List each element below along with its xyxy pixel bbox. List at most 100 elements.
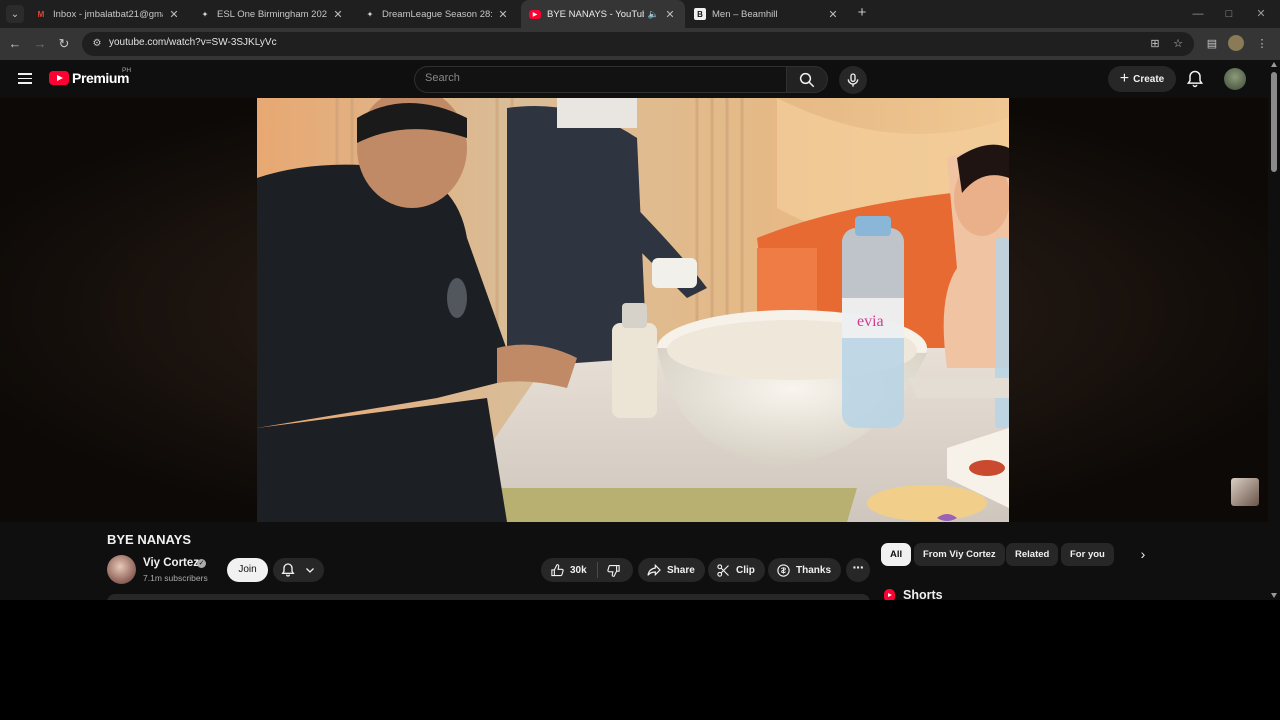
address-bar[interactable]: ⚙ youtube.com/watch?v=SW-3SJKLyVc ⊞ ☆ [82, 32, 1194, 56]
site-info-icon[interactable]: ⚙ [90, 37, 104, 51]
svg-text:evia: evia [857, 313, 884, 330]
video-still-image: evia [257, 98, 1009, 522]
shorts-icon [884, 588, 895, 600]
share-button[interactable]: Share [638, 558, 705, 582]
youtube-premium-logo[interactable]: Premium [49, 70, 130, 86]
channel-avatar[interactable] [107, 555, 136, 584]
youtube-logo-icon [49, 71, 69, 85]
more-horizontal-icon: ··· [852, 559, 865, 575]
chip-all[interactable]: All [881, 543, 912, 566]
like-count: 30k [570, 564, 587, 576]
thumbs-down-icon [606, 564, 620, 577]
chevron-down-icon [306, 568, 314, 573]
create-label: Create [1133, 73, 1165, 85]
scroll-down-arrow[interactable] [1271, 593, 1277, 598]
dislike-button[interactable] [598, 558, 621, 582]
scroll-up-arrow[interactable] [1271, 62, 1277, 67]
new-tab-button[interactable]: + [853, 4, 871, 22]
tab-title: Men – Beamhill [712, 8, 778, 20]
minimize-button[interactable]: — [1182, 0, 1214, 28]
bell-icon [281, 563, 295, 577]
subscriber-count: 7.1m subscribers [143, 573, 208, 583]
tab-beamhill[interactable]: B Men – Beamhill ✕ [686, 0, 848, 28]
audio-playing-icon[interactable]: 🔈 [648, 9, 659, 20]
tab-title: Inbox - jmbalatbat21@gmail.co [53, 8, 163, 20]
tab-title: DreamLeague Season 28: South [382, 8, 492, 20]
forward-button[interactable]: → [31, 35, 49, 53]
clip-label: Clip [736, 564, 755, 576]
tab-title: BYE NANAYS - YouTube [547, 8, 644, 20]
search-icon [799, 72, 815, 88]
miniplayer-thumbnail[interactable] [1231, 478, 1259, 506]
close-window-button[interactable]: ✕ [1245, 0, 1277, 28]
liquipedia-icon: ✦ [201, 9, 209, 19]
tab-esl-one[interactable]: ✦ ESL One Birmingham 2026: Sou ✕ [191, 0, 353, 28]
close-tab-icon[interactable]: ✕ [167, 8, 181, 21]
search-box [414, 66, 786, 93]
tab-search-button[interactable]: ⌄ [6, 5, 24, 23]
close-tab-icon[interactable]: ✕ [826, 8, 840, 21]
bookmark-star-icon[interactable]: ☆ [1171, 37, 1185, 51]
tab-youtube[interactable]: ▶ BYE NANAYS - YouTube 🔈 ✕ [521, 0, 685, 28]
thanks-heart-icon [777, 563, 790, 577]
back-button[interactable]: ← [6, 35, 24, 53]
like-dislike-group: 30k [541, 558, 633, 582]
chevron-right-icon[interactable]: › [1133, 543, 1153, 566]
liquipedia-icon: ✦ [366, 9, 374, 19]
logo-text: Premium [72, 70, 130, 86]
join-button[interactable]: Join [227, 558, 268, 582]
plus-icon: + [1119, 70, 1130, 87]
description-box[interactable] [107, 594, 870, 600]
thanks-label: Thanks [796, 564, 832, 576]
video-title: BYE NANAYS [107, 532, 192, 547]
shorts-label: Shorts [903, 588, 943, 600]
search-input[interactable] [425, 72, 775, 84]
thanks-button[interactable]: Thanks [768, 558, 842, 582]
beamhill-icon: B [694, 8, 706, 20]
close-tab-icon[interactable]: ✕ [496, 8, 510, 21]
thumbs-up-icon [551, 563, 564, 576]
subscribed-notifications-button[interactable] [273, 558, 324, 582]
scissors-icon [717, 563, 729, 577]
video-frame[interactable]: evia [257, 98, 1009, 522]
close-tab-icon[interactable]: ✕ [331, 8, 345, 21]
profile-avatar[interactable] [1228, 35, 1244, 51]
chip-from-channel[interactable]: From Viy Cortez [914, 543, 1005, 566]
tab-dreamleague[interactable]: ✦ DreamLeague Season 28: South ✕ [356, 0, 518, 28]
channel-name[interactable]: Viy Cortez [143, 557, 199, 569]
url-text[interactable]: youtube.com/watch?v=SW-3SJKLyVc [109, 37, 277, 48]
install-app-icon[interactable]: ⊞ [1148, 37, 1162, 51]
scrollbar-thumb[interactable] [1271, 72, 1277, 172]
video-player[interactable]: evia [0, 98, 1268, 522]
tab-gmail[interactable]: M Inbox - jmbalatbat21@gmail.co ✕ [27, 0, 189, 28]
gmail-icon: M [37, 9, 45, 19]
youtube-header: Premium PH + Create [0, 60, 1268, 98]
youtube-icon: ▶ [529, 9, 541, 19]
page-scrollbar[interactable] [1268, 60, 1280, 600]
search-button[interactable] [786, 66, 828, 93]
share-label: Share [667, 564, 695, 576]
create-button[interactable]: + Create [1108, 66, 1176, 92]
verified-check-icon: ✓ [197, 559, 206, 568]
video-details: BYE NANAYS Viy Cortez ✓ 7.1m subscribers… [0, 522, 1268, 600]
more-actions-button[interactable]: ··· [846, 558, 870, 582]
shorts-heading: Shorts [884, 588, 943, 600]
like-button[interactable]: 30k [541, 558, 587, 582]
bell-icon [1186, 70, 1204, 88]
account-avatar[interactable] [1224, 68, 1246, 90]
chip-for-you[interactable]: For you [1061, 543, 1114, 566]
share-icon [647, 563, 661, 577]
browser-window: ⌄ M Inbox - jmbalatbat21@gmail.co ✕ ✦ ES… [0, 0, 1280, 600]
browser-menu-icon[interactable]: ⋮ [1253, 35, 1271, 53]
extensions-icon[interactable]: ▤ [1203, 35, 1221, 53]
maximize-button[interactable]: □ [1213, 0, 1245, 28]
clip-button[interactable]: Clip [708, 558, 765, 582]
close-tab-icon[interactable]: ✕ [663, 8, 677, 21]
voice-search-button[interactable] [839, 66, 867, 94]
microphone-icon [847, 73, 859, 87]
guide-menu-icon[interactable] [16, 70, 34, 88]
country-code: PH [122, 67, 132, 74]
chip-related[interactable]: Related [1006, 543, 1059, 566]
reload-button[interactable]: ↻ [55, 35, 73, 53]
notifications-button[interactable] [1185, 69, 1205, 89]
